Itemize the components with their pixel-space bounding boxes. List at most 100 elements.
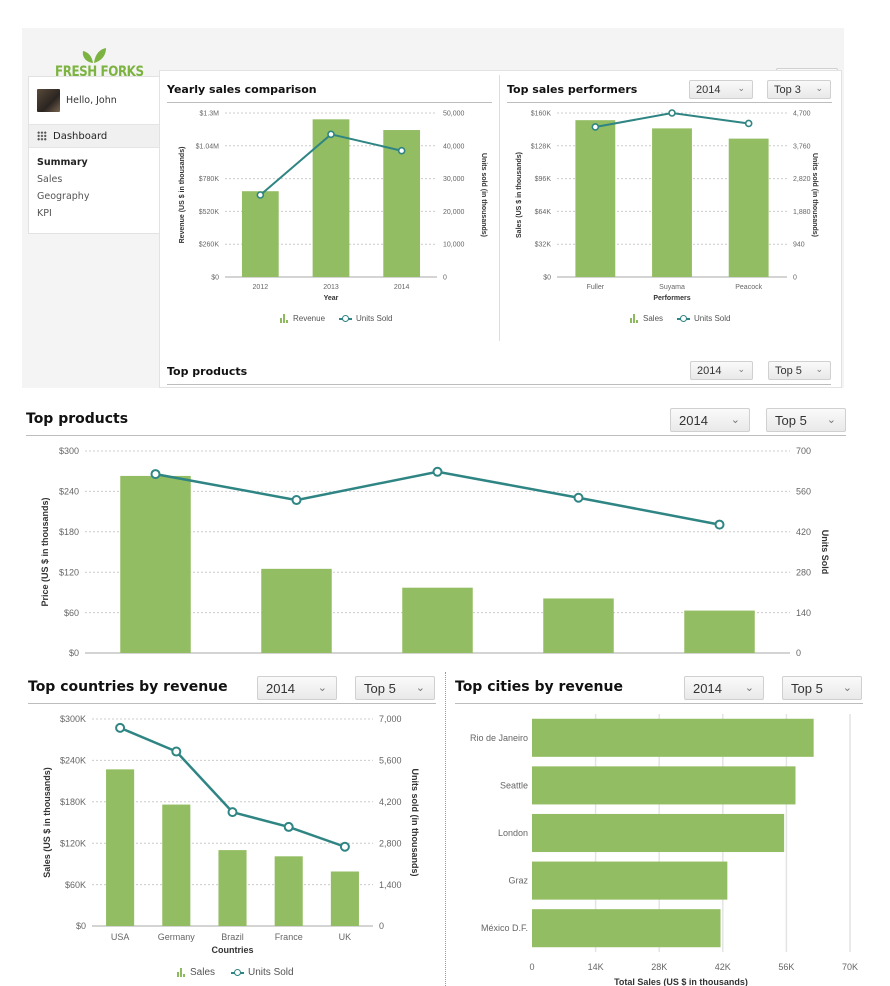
bar <box>106 769 135 926</box>
countries-top-select[interactable]: Top 5 ⌄ <box>355 676 435 700</box>
y-tick-label: $96K <box>535 176 552 183</box>
sidebar: Hello, John Dashboard Summary Sales Geog… <box>28 76 160 234</box>
performers-year-select[interactable]: 2014 ⌄ <box>689 80 753 99</box>
y-tick-label: $0 <box>76 921 86 931</box>
cities-year-value: 2014 <box>693 681 722 696</box>
x-tick-label: 2012 <box>253 284 269 291</box>
x-tick-label: 42K <box>715 962 731 972</box>
x-tick-label: Suyama <box>659 284 685 291</box>
bar <box>532 909 721 948</box>
sidebar-item-summary[interactable]: Summary <box>29 155 159 172</box>
y2-tick-label: 5,600 <box>379 756 402 766</box>
chevron-down-icon: ⌄ <box>737 364 745 374</box>
dashboard-label: Dashboard <box>53 131 108 142</box>
y-category-label: London <box>498 828 528 838</box>
products-card-title: Top products <box>26 411 129 427</box>
bar <box>532 861 728 900</box>
avatar[interactable] <box>37 89 60 112</box>
y-tick-label: $240K <box>60 756 86 766</box>
sidebar-section-dashboard[interactable]: Dashboard <box>29 125 159 148</box>
x-tick-label: 70K <box>842 962 858 972</box>
x-tick-label: USA <box>111 932 130 942</box>
performers-year-value: 2014 <box>696 84 721 96</box>
legend-sales[interactable]: Sales <box>190 967 215 978</box>
bar <box>728 138 769 277</box>
y2-tick-label: 700 <box>796 446 811 456</box>
top-products-chart: $0 0 $60 140 $120 280 $180 420 $240 560 $300 700 Pri… <box>40 446 830 658</box>
top-sales-performers-chart: $0 0 $32K 940 $64K 1,880 $96K 2,820 $128K 3,760 $1… <box>516 109 818 302</box>
divider <box>26 435 846 436</box>
yearly-legend: Revenue Units Sold <box>280 314 393 323</box>
chevron-down-icon: ⌄ <box>730 414 740 426</box>
x-tick-label: UK <box>339 932 352 942</box>
products-top-value: Top 5 <box>775 413 807 428</box>
y2-axis-title: Units Sold <box>820 530 830 575</box>
bar-legend-icon <box>630 314 639 323</box>
y-tick-label: $60 <box>64 608 79 618</box>
legend-sales[interactable]: Sales <box>643 314 663 323</box>
sidebar-item-geography[interactable]: Geography <box>29 189 159 206</box>
leaf-icon <box>82 48 106 63</box>
x-tick-label: France <box>275 932 303 942</box>
units-sold-line <box>119 726 346 848</box>
sidebar-item-sales[interactable]: Sales <box>29 172 159 189</box>
units-sold-point <box>150 469 161 480</box>
chevron-down-icon: ⌄ <box>737 83 745 93</box>
cities-year-select[interactable]: 2014 ⌄ <box>684 676 764 700</box>
bar <box>330 871 359 926</box>
bar <box>532 718 814 757</box>
divider <box>28 703 436 704</box>
sidebar-item-kpi[interactable]: KPI <box>29 206 159 223</box>
performers-legend: Sales Units Sold <box>630 314 730 323</box>
products-small-top-select[interactable]: Top 5 ⌄ <box>768 361 831 380</box>
y2-tick-label: 280 <box>796 567 811 577</box>
line-legend-icon <box>339 314 353 323</box>
chevron-down-icon: ⌄ <box>815 83 823 93</box>
products-small-top-value: Top 5 <box>775 365 802 377</box>
countries-card-title: Top countries by revenue <box>28 679 228 695</box>
x-axis-title: Countries <box>211 945 253 955</box>
grid-icon <box>37 131 47 141</box>
divider <box>455 703 863 704</box>
y-tick-label: $300K <box>60 714 86 724</box>
y-tick-label: $0 <box>211 274 219 281</box>
legend-revenue[interactable]: Revenue <box>293 314 325 323</box>
chevron-down-icon: ⌄ <box>842 682 852 694</box>
y2-tick-label: 0 <box>793 274 797 281</box>
y-tick-label: $128K <box>531 143 552 150</box>
y-tick-label: $32K <box>535 242 552 249</box>
user-panel: Hello, John <box>29 77 159 125</box>
products-small-title: Top products <box>167 365 248 378</box>
performers-top-select[interactable]: Top 3 ⌄ <box>767 80 831 99</box>
bar <box>575 120 616 277</box>
legend-units-sold[interactable]: Units Sold <box>694 314 730 323</box>
x-tick-label: Peacock <box>735 284 762 291</box>
countries-year-select[interactable]: 2014 ⌄ <box>257 676 337 700</box>
products-year-value: 2014 <box>679 413 708 428</box>
products-small-year-select[interactable]: 2014 ⌄ <box>690 361 753 380</box>
y2-tick-label: 1,400 <box>379 880 402 890</box>
y2-axis-title: Units sold (in thousands) <box>811 153 818 237</box>
products-year-select[interactable]: 2014 ⌄ <box>670 408 750 432</box>
chevron-down-icon: ⌄ <box>815 364 823 374</box>
chevron-down-icon: ⌄ <box>744 682 754 694</box>
sidebar-nav: Summary Sales Geography KPI <box>29 148 159 223</box>
yearly-sales-chart: $0 0 $260K 10,000 $520K 20,000 $780K 30,000 $1.0… <box>179 110 487 302</box>
y2-tick-label: 140 <box>796 608 811 618</box>
bar <box>274 856 303 926</box>
x-tick-label: 0 <box>529 962 534 972</box>
products-top-select[interactable]: Top 5 ⌄ <box>766 408 846 432</box>
cities-top-select[interactable]: Top 5 ⌄ <box>782 676 862 700</box>
units-sold-point <box>339 841 350 852</box>
bar <box>402 587 473 653</box>
y2-tick-label: 40,000 <box>443 143 465 150</box>
top-cities-chart: 0 14K 28K 42K 56K 70K Rio de Janeiro Seattle Lon… <box>470 714 858 986</box>
bar <box>120 475 191 653</box>
legend-units-sold[interactable]: Units Sold <box>356 314 392 323</box>
y2-tick-label: 940 <box>793 242 805 249</box>
y-tick-label: $160K <box>531 110 552 117</box>
dashboard-overview: FRESH FORKS View For Year: 2014 ⌄ Hello,… <box>22 28 844 388</box>
y-category-label: Rio de Janeiro <box>470 733 528 743</box>
legend-units-sold[interactable]: Units Sold <box>248 967 294 978</box>
x-tick-label: 2013 <box>323 284 339 291</box>
